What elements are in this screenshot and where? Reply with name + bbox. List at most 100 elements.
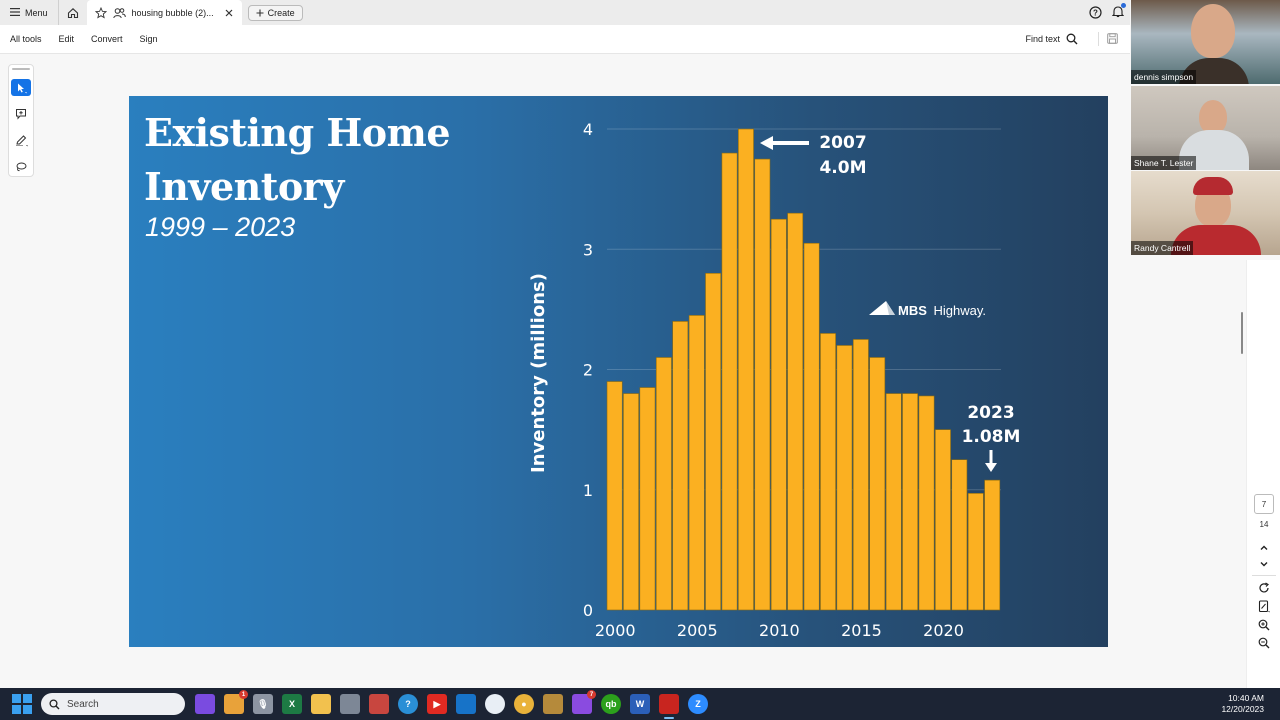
scrollbar-thumb[interactable]: [1241, 312, 1243, 354]
select-tool-button[interactable]: [11, 78, 31, 97]
taskbar-app-youtube[interactable]: ▶: [427, 694, 447, 714]
comment-plus-icon: [16, 109, 26, 120]
document-tab[interactable]: housing bubble (2)...: [86, 0, 242, 25]
system-clock[interactable]: 10:40 AM 12/20/2023: [1221, 693, 1280, 715]
peak-annotation-value: 4.0M: [819, 158, 866, 178]
page-fit-icon[interactable]: [1258, 600, 1270, 613]
menu-label: Menu: [25, 7, 48, 18]
toolbar-sign[interactable]: Sign: [140, 34, 158, 44]
participant-video[interactable]: Randy Cantrell: [1131, 171, 1280, 255]
bar-2017: [885, 393, 902, 611]
bar-2016: [869, 357, 886, 611]
taskbar-app-zoom[interactable]: Z: [688, 694, 708, 714]
add-comment-tool-button[interactable]: [11, 105, 31, 123]
bar-2010: [770, 218, 787, 611]
y-tick-label: 4: [583, 120, 593, 139]
taskbar-app-excel[interactable]: X: [282, 694, 302, 714]
plus-icon: [256, 9, 264, 16]
app-title-bar: Menu housing bubble (2)... Create ?: [0, 0, 1130, 25]
bar-2013: [820, 333, 836, 611]
home-button[interactable]: [59, 0, 87, 25]
y-tick-label: 2: [583, 361, 593, 380]
taskbar-app-help[interactable]: ?: [398, 694, 418, 714]
mbs-highway-logo: MBS Highway.: [869, 301, 986, 318]
taskbar-app-file-explorer[interactable]: [311, 694, 331, 714]
save-icon: [1107, 32, 1118, 44]
help-icon: ?: [405, 699, 411, 709]
taskbar-app-chrome[interactable]: ●: [514, 694, 534, 714]
quickbooks-icon: qb: [605, 699, 617, 709]
toolbar-all-tools[interactable]: All tools: [10, 34, 42, 44]
taskbar-app-settings[interactable]: [340, 694, 360, 714]
taskbar-app-quickbooks[interactable]: qb: [601, 694, 621, 714]
clock-time: 10:40 AM: [1228, 693, 1264, 703]
create-button[interactable]: Create: [247, 4, 303, 21]
taskbar-app-widgets[interactable]: 1: [224, 690, 248, 714]
taskbar-search[interactable]: Search: [41, 693, 185, 715]
taskbar-app-word[interactable]: W: [630, 694, 650, 714]
save-button[interactable]: [1107, 32, 1130, 46]
bar-2020: [935, 429, 951, 611]
cursor-arrow-icon: [18, 83, 27, 94]
taskbar-app-outlook[interactable]: [456, 694, 476, 714]
participant-cap: [1193, 177, 1233, 195]
bar-2021: [951, 459, 968, 611]
close-icon[interactable]: [224, 8, 234, 18]
notifications-button[interactable]: [1111, 3, 1126, 20]
taskbar-app-perplexity[interactable]: [485, 694, 505, 714]
bar-2004: [672, 321, 689, 611]
start-button[interactable]: [12, 694, 32, 714]
latest-annotation-value: 1.08M: [962, 427, 1021, 447]
toolbar-convert[interactable]: Convert: [91, 34, 123, 44]
x-tick-label: 2005: [677, 621, 718, 640]
taskbar-app-snipping-tool[interactable]: [369, 694, 389, 714]
bar-2007: [721, 152, 738, 611]
chrome-icon: ●: [521, 699, 527, 709]
zoom-out-icon[interactable]: [1258, 637, 1270, 649]
participant-video[interactable]: dennis simpson: [1131, 0, 1280, 84]
search-icon: [49, 698, 60, 709]
refresh-icon[interactable]: [1258, 582, 1270, 594]
excel-icon: X: [288, 699, 295, 709]
taskbar-app-messenger[interactable]: 7: [572, 690, 596, 714]
y-tick-label: 1: [583, 481, 593, 500]
shared-users-icon: [112, 7, 126, 18]
bar-2019: [918, 395, 935, 611]
bar-2005: [688, 315, 705, 611]
latest-annotation: 2023 1.08M: [962, 403, 1021, 472]
tool-rail: [8, 64, 34, 177]
chevron-down-icon[interactable]: [1259, 559, 1269, 569]
rail-drag-handle[interactable]: [12, 68, 30, 70]
bar-2012: [803, 242, 820, 611]
chevron-up-icon[interactable]: [1259, 543, 1269, 553]
peak-annotation-year: 2007: [819, 133, 866, 153]
toolbar-edit[interactable]: Edit: [59, 34, 75, 44]
find-text-button[interactable]: Find text: [1025, 33, 1090, 45]
y-axis-label: Inventory (millions): [528, 273, 549, 473]
bar-2018: [902, 393, 919, 611]
participant-name: dennis simpson: [1131, 70, 1197, 84]
x-tick-label: 2020: [923, 621, 964, 640]
taskbar-app-copilot[interactable]: [195, 694, 215, 714]
zoom-in-icon[interactable]: [1258, 619, 1270, 631]
draw-tool-button[interactable]: [11, 132, 31, 150]
current-page-input[interactable]: 7: [1254, 494, 1274, 514]
peak-annotation: 2007 4.0M: [760, 133, 867, 178]
taskbar-app-app[interactable]: [543, 694, 563, 714]
toolbar-divider: [1098, 32, 1099, 46]
taskbar-app-voice[interactable]: 🎙: [253, 694, 273, 714]
find-text-label: Find text: [1025, 34, 1060, 44]
presentation-slide: Existing Home Inventory 1999 – 2023 0123…: [129, 96, 1108, 647]
taskbar-app-acrobat[interactable]: [659, 694, 679, 719]
youtube-icon: ▶: [433, 698, 441, 709]
menu-button[interactable]: Menu: [0, 0, 59, 25]
participant-face: [1191, 4, 1235, 58]
windows-logo-icon: [12, 694, 21, 703]
participant-name: Shane T. Lester: [1131, 156, 1197, 170]
total-pages: 14: [1259, 520, 1269, 529]
lasso-tool-button[interactable]: [11, 158, 31, 176]
participant-video[interactable]: Shane T. Lester: [1131, 86, 1280, 170]
help-icon[interactable]: ?: [1089, 6, 1102, 19]
x-tick-label: 2010: [759, 621, 800, 640]
star-icon[interactable]: [94, 6, 107, 19]
